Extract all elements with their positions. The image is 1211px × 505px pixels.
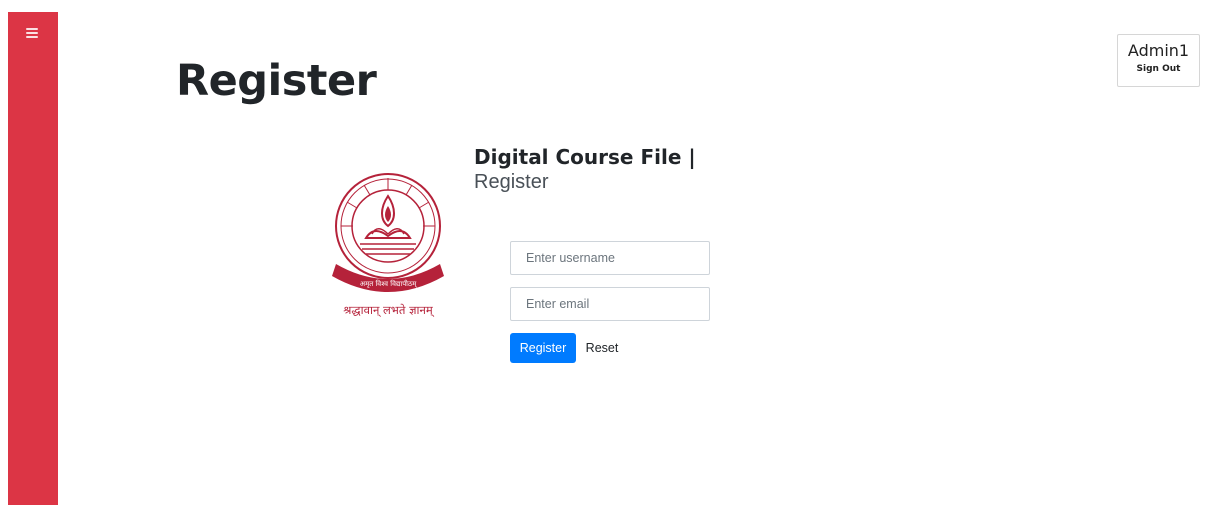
user-box: Admin1 Sign Out (1117, 34, 1200, 87)
university-logo: अमृत विश्व विद्यापीठम् श्रद्धावान् लभते … (332, 173, 444, 317)
logo-ribbon-text: अमृत विश्व विद्यापीठम् (360, 279, 418, 288)
form-subtitle: Register (474, 171, 549, 193)
form-heading: Digital Course File | Register (474, 145, 696, 194)
page-title: Register (176, 56, 377, 106)
username-input[interactable] (510, 241, 710, 275)
hamburger-menu-icon[interactable] (24, 26, 42, 40)
logo-motto: श्रद्धावान् लभते ज्ञानम् (343, 303, 434, 317)
sidebar (8, 12, 58, 505)
reset-button[interactable]: Reset (580, 333, 624, 363)
user-name: Admin1 (1127, 41, 1190, 60)
form-title: Digital Course File | (474, 145, 696, 169)
register-button[interactable]: Register (510, 333, 576, 363)
email-input[interactable] (510, 287, 710, 321)
sign-out-button[interactable]: Sign Out (1118, 64, 1199, 74)
